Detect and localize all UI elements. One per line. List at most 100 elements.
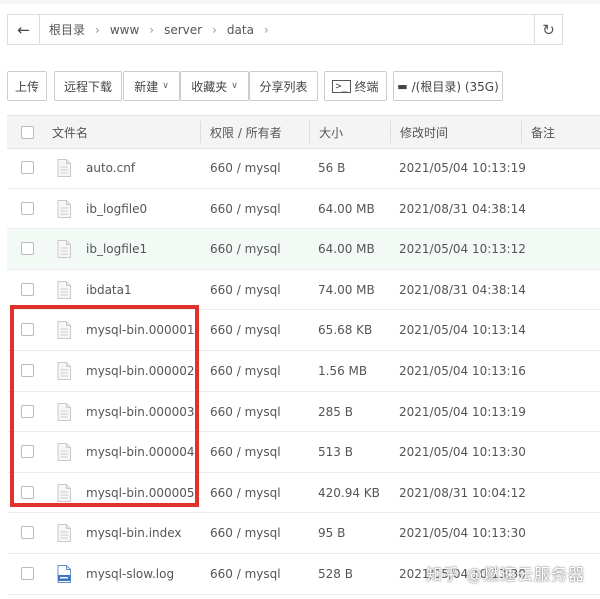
table-row[interactable]: mysql-bin.000001 660 / mysql 65.68 KB 2021/… — [7, 310, 600, 351]
file-size: 95 B — [318, 526, 346, 541]
file-mtime: 2021/05/04 10:13:14 — [399, 323, 526, 338]
file-name[interactable]: mysql-bin.index — [86, 513, 182, 553]
column-header-perm[interactable]: 权限 / 所有者 — [210, 116, 282, 148]
table-row[interactable]: ibdata1 660 / mysql 74.00 MB 2021/08/31 04:… — [7, 270, 600, 311]
file-icon — [57, 483, 71, 502]
upload-label: 上传 — [14, 79, 39, 94]
column-header-mtime[interactable]: 修改时间 — [400, 116, 448, 148]
file-permission: 660 / mysql — [210, 567, 281, 581]
file-size: 74.00 MB — [318, 282, 375, 297]
file-permission: 660 / mysql — [210, 201, 281, 216]
file-size: 64.00 MB — [318, 242, 375, 257]
remote-download-button[interactable]: 远程下载 — [54, 71, 122, 101]
share-list-label: 分享列表 — [259, 79, 308, 94]
chevron-right-icon: › — [149, 22, 155, 37]
chevron-right-icon: › — [212, 22, 217, 37]
disk-icon: ▬ — [397, 79, 408, 93]
column-divider — [200, 121, 201, 143]
file-name[interactable]: mysql-bin.000005 — [86, 473, 195, 513]
table-row[interactable]: ib_logfile0 660 / mysql 64.00 MB 2021/08/31… — [7, 189, 600, 230]
file-mtime: 2021/05/04 10:13:30 — [399, 445, 526, 460]
row-checkbox[interactable] — [21, 485, 34, 499]
file-mtime: 2021/08/31 10:04:12 — [399, 485, 526, 500]
file-size: 420.94 KB — [318, 485, 380, 500]
refresh-button[interactable]: ↻ — [534, 15, 562, 44]
favorites-dropdown-button[interactable]: 收藏夹 ∨ — [180, 71, 249, 101]
file-name[interactable]: auto.cnf — [86, 148, 135, 188]
chevron-right-icon: › — [95, 22, 100, 37]
table-row[interactable]: mysql-bin.000002 660 / mysql 1.56 MB 2021/0… — [7, 351, 600, 392]
table-row[interactable]: ib_logfile1 660 / mysql 64.00 MB 2021/05/04… — [7, 229, 600, 270]
row-checkbox[interactable] — [21, 323, 34, 337]
file-permission: 660 / mysql — [210, 364, 281, 378]
row-checkbox[interactable] — [21, 567, 34, 580]
breadcrumb-www[interactable]: www — [110, 23, 139, 37]
row-checkbox[interactable] — [21, 404, 34, 418]
column-divider — [390, 121, 391, 143]
file-permission: 660 / mysql — [210, 282, 281, 297]
new-dropdown-button[interactable]: 新建 ∨ — [123, 71, 180, 101]
row-checkbox[interactable] — [21, 526, 34, 540]
table-row[interactable]: mysql-bin.000004 660 / mysql 513 B 2021/05/… — [7, 432, 600, 473]
breadcrumb: 根目录 › www › server › data › — [40, 15, 534, 44]
file-name[interactable]: mysql-bin.000004 — [86, 432, 195, 472]
file-icon — [57, 280, 71, 299]
select-all-checkbox[interactable] — [21, 126, 34, 139]
file-permission: 660 / mysql — [210, 526, 281, 541]
back-button[interactable]: ← — [8, 15, 40, 44]
file-name[interactable]: mysql-bin.000002 — [86, 351, 195, 391]
chevron-right-icon: › — [263, 22, 269, 37]
file-size: 513 B — [318, 445, 353, 460]
upload-button[interactable]: 上传 — [7, 71, 47, 101]
chevron-down-icon: ∨ — [162, 81, 169, 91]
column-divider — [521, 121, 522, 143]
file-icon — [57, 321, 71, 340]
file-icon — [57, 199, 71, 218]
file-size: 1.56 MB — [318, 364, 368, 378]
file-icon — [57, 402, 71, 421]
file-mtime: 2021/08/31 04:38:14 — [399, 201, 526, 216]
file-name[interactable]: mysql-bin.000003 — [86, 392, 195, 432]
file-mtime: 2021/05/04 10:13:19 — [399, 404, 526, 419]
breadcrumb-data[interactable]: data — [227, 23, 254, 37]
column-header-note[interactable]: 备注 — [531, 116, 555, 148]
file-permission: 660 / mysql — [210, 161, 281, 175]
file-mtime: 2021/08/31 04:38:14 — [399, 282, 526, 297]
file-name[interactable]: ib_logfile0 — [86, 189, 147, 229]
favorites-label: 收藏夹 — [191, 79, 228, 94]
table-row[interactable]: auto.cnf 660 / mysql 56 B 2021/05/04 10:13:… — [7, 148, 600, 189]
remote-download-label: 远程下载 — [63, 79, 112, 94]
table-row[interactable]: mysql-bin.index 660 / mysql 95 B 2021/05/04… — [7, 513, 600, 554]
row-checkbox[interactable] — [21, 201, 34, 215]
disk-button[interactable]: ▬ /(根目录) (35G) — [393, 71, 503, 101]
column-divider — [309, 121, 310, 143]
new-label: 新建 — [134, 79, 159, 94]
file-mtime: 2021/05/04 10:13:16 — [399, 364, 526, 378]
table-row[interactable]: mysql-bin.000005 660 / mysql 420.94 KB 2021… — [7, 473, 600, 514]
file-name[interactable]: mysql-bin.000001 — [86, 310, 195, 350]
file-size: 64.00 MB — [318, 201, 375, 216]
row-checkbox[interactable] — [21, 161, 34, 174]
table-header: 文件名 权限 / 所有者 大小 修改时间 备注 — [7, 115, 600, 149]
arrow-left-icon: ← — [17, 20, 30, 39]
row-checkbox[interactable] — [21, 282, 34, 296]
file-name[interactable]: mysql-slow.log — [86, 554, 174, 594]
chevron-down-icon: ∨ — [231, 81, 238, 91]
table-row[interactable]: mysql-bin.000003 660 / mysql 285 B 2021/05/… — [7, 392, 600, 433]
breadcrumb-root[interactable]: 根目录 — [49, 21, 85, 38]
log-file-icon — [57, 565, 71, 583]
terminal-button[interactable]: >_ 终端 — [324, 71, 387, 101]
file-name[interactable]: ib_logfile1 — [86, 229, 147, 269]
file-size: 56 B — [318, 161, 346, 175]
file-size: 285 B — [318, 404, 353, 419]
row-checkbox[interactable] — [21, 445, 34, 459]
column-header-name[interactable]: 文件名 — [52, 116, 88, 148]
top-strip — [0, 0, 600, 4]
file-name[interactable]: ibdata1 — [86, 270, 132, 310]
row-checkbox[interactable] — [21, 242, 34, 256]
column-header-size[interactable]: 大小 — [319, 116, 343, 148]
path-bar: ← 根目录 › www › server › data › ↻ — [7, 14, 563, 45]
row-checkbox[interactable] — [21, 364, 34, 377]
breadcrumb-server[interactable]: server — [164, 23, 202, 37]
share-list-button[interactable]: 分享列表 — [249, 71, 318, 101]
